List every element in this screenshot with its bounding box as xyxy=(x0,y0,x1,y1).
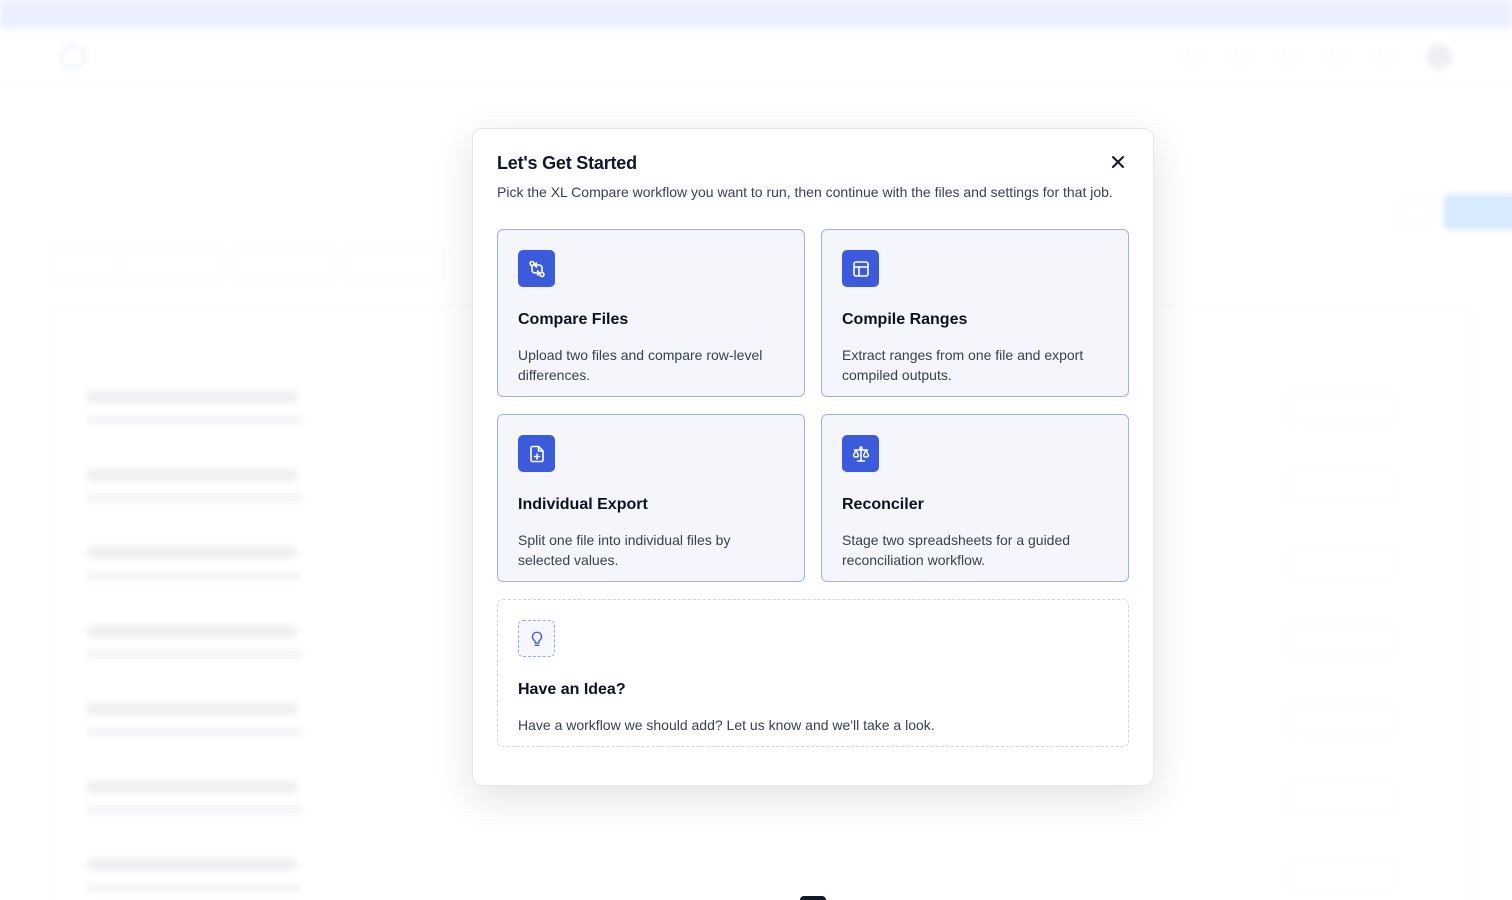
option-reconciler[interactable]: Reconciler Stage two spreadsheets for a … xyxy=(821,414,1129,582)
idea-title: Have an Idea? xyxy=(518,681,626,698)
option-description: Stage two spreadsheets for a guided reco… xyxy=(842,532,1071,568)
option-title: Individual Export xyxy=(518,496,648,513)
table-icon xyxy=(842,250,879,287)
scroll-indicator xyxy=(800,896,826,900)
option-title: Reconciler xyxy=(842,496,924,513)
option-compare-files[interactable]: Compare Files Upload two files and compa… xyxy=(497,229,805,397)
file-plus-icon xyxy=(518,435,555,472)
scale-icon xyxy=(842,435,879,472)
workflow-options: Compare Files Upload two files and compa… xyxy=(497,229,1129,582)
option-title: Compile Ranges xyxy=(842,311,968,328)
compare-arrows-icon xyxy=(518,250,555,287)
option-description: Extract ranges from one file and export … xyxy=(842,347,1084,383)
option-description: Split one file into individual files by … xyxy=(518,532,731,568)
get-started-modal: Let's Get Started Pick the XL Compare wo… xyxy=(472,128,1154,786)
modal-title: Let's Get Started xyxy=(497,153,637,173)
suggest-idea-card[interactable]: Have an Idea? Have a workflow we should … xyxy=(497,599,1129,747)
option-description: Upload two files and compare row-level d… xyxy=(518,347,763,383)
lightbulb-icon xyxy=(518,620,555,657)
close-button[interactable] xyxy=(1107,151,1129,173)
option-individual-export[interactable]: Individual Export Split one file into in… xyxy=(497,414,805,582)
idea-description: Have a workflow we should add? Let us kn… xyxy=(518,717,935,733)
close-icon xyxy=(1112,156,1124,168)
modal-description: Pick the XL Compare workflow you want to… xyxy=(497,184,1113,200)
option-title: Compare Files xyxy=(518,311,629,328)
option-compile-ranges[interactable]: Compile Ranges Extract ranges from one f… xyxy=(821,229,1129,397)
